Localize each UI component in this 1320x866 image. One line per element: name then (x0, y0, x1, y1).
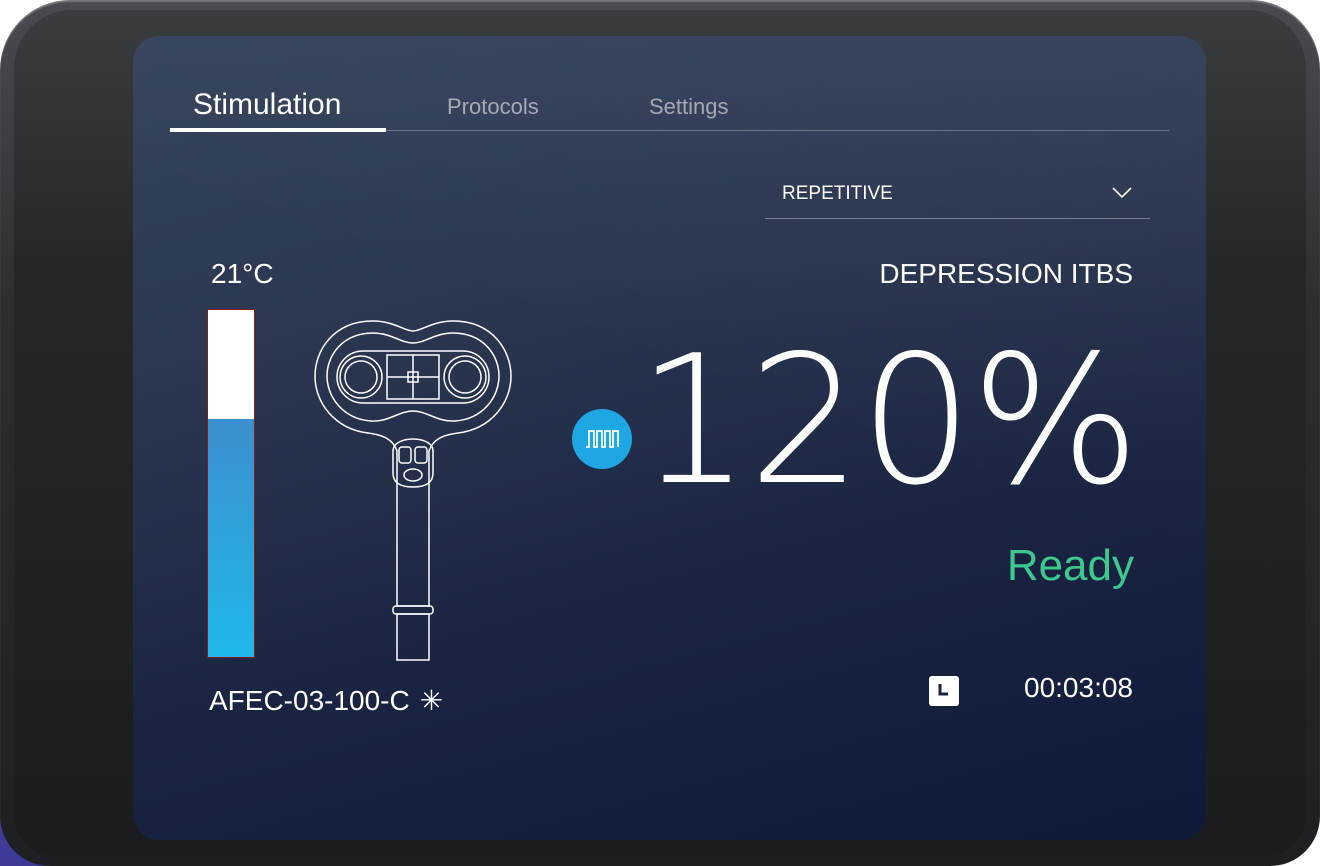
coil-model-label: AFEC-03-100-C ✳ (209, 684, 443, 717)
coil-temperature: 21°C (211, 258, 274, 289)
device-bezel: Stimulation Protocols Settings REPETITIV… (0, 0, 1320, 866)
session-timer: 00:03:08 (1024, 672, 1133, 703)
tab-settings[interactable]: Settings (649, 94, 729, 120)
mode-dropdown-value: REPETITIVE (782, 183, 893, 204)
protocol-name: DEPRESSION ITBS (879, 258, 1133, 289)
temperature-gauge (207, 309, 255, 658)
mode-dropdown[interactable]: REPETITIVE (765, 176, 1150, 219)
coil-icon (314, 320, 512, 661)
temperature-gauge-fill (208, 419, 254, 657)
asterisk-icon[interactable]: ✳ (420, 684, 443, 717)
active-tab-indicator (170, 128, 386, 132)
tab-bar: Stimulation Protocols Settings (170, 84, 1169, 132)
stimulation-intensity: 120% (637, 317, 1140, 524)
chevron-down-icon (1112, 187, 1132, 199)
screen: Stimulation Protocols Settings REPETITIV… (133, 36, 1206, 840)
tab-protocols[interactable]: Protocols (447, 94, 539, 120)
coil-model-text: AFEC-03-100-C (209, 685, 410, 716)
pulse-mode-button[interactable] (572, 409, 632, 469)
clock-icon (929, 676, 959, 706)
status-text: Ready (1006, 541, 1134, 590)
pulse-train-icon (586, 430, 619, 448)
tab-stimulation[interactable]: Stimulation (193, 88, 341, 122)
